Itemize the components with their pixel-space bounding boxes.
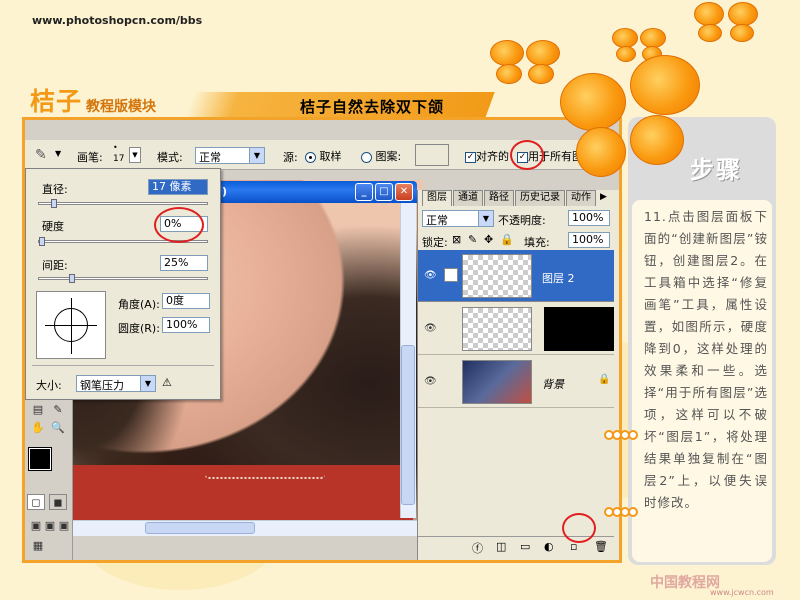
new-set-icon[interactable]: ▭	[520, 540, 530, 553]
lock-position-icon[interactable]: ✥	[484, 233, 493, 246]
brush-size[interactable]: 17	[113, 154, 124, 164]
trash-icon[interactable]: 🗑	[594, 540, 608, 553]
roundness-label: 圆度(R):	[118, 322, 160, 335]
fill-field[interactable]: 100%	[568, 232, 610, 248]
size-label: 大小:	[36, 379, 62, 392]
document-titlebar[interactable]: )) _ □ ✕	[217, 181, 417, 203]
visibility-eye-icon[interactable]: 👁	[424, 323, 437, 334]
screen-mode-icon[interactable]: ▣	[55, 518, 73, 534]
minimize-icon[interactable]: _	[355, 183, 373, 201]
pattern-swatch[interactable]	[415, 144, 449, 166]
opacity-field[interactable]: 100%	[568, 210, 610, 226]
maximize-icon[interactable]: □	[375, 183, 393, 201]
brand-subtitle: 教程版模块	[86, 99, 156, 115]
layer-name: 背景	[542, 378, 564, 391]
angle-label: 角度(A):	[118, 298, 160, 311]
butterfly-decoration	[694, 2, 758, 50]
roundness-field[interactable]: 100%	[162, 317, 210, 333]
mode-label: 模式:	[157, 151, 183, 164]
chain-decoration	[604, 507, 638, 517]
photoshop-screenshot: ✎ ▼ 画笔: • 17 ▼ 模式: 正常 ▼ 源: 取样 图案: ✓ 对齐的 ✓ 用…	[25, 120, 619, 560]
warning-icon: ⚠	[162, 376, 172, 389]
panel-menu-icon[interactable]: ▶	[600, 192, 607, 202]
chain-decoration	[604, 430, 638, 440]
vertical-scroll-thumb[interactable]	[401, 345, 415, 505]
layer-thumbnail	[462, 254, 532, 298]
angle-field[interactable]: 0度	[162, 293, 210, 309]
brand-logo: 桔子	[30, 87, 83, 116]
blend-mode-select[interactable]: 正常 ▼	[422, 210, 494, 227]
spacing-slider[interactable]	[38, 274, 208, 283]
layer-lock-icon: 🔒	[598, 374, 611, 385]
tab-channels[interactable]: 通道	[453, 190, 483, 206]
footer-url: www.jcwcn.com	[710, 588, 774, 597]
hand-tool-icon[interactable]: ✋	[29, 420, 47, 436]
steps-text: 11.点击图层面板下面的“创建新图层”铵钮，创建图层2。在工具箱中选择“修复画笔…	[644, 209, 768, 510]
diameter-label: 直径:	[42, 183, 68, 196]
lock-label: 锁定:	[422, 236, 448, 249]
lock-image-icon[interactable]: ✎	[468, 233, 477, 246]
size-select[interactable]: 钢笔压力 ▼	[76, 375, 156, 392]
layers-panel: 图层 通道 路径 历史记录 动作 ▶ 正常 ▼ 不透明度: 100% 锁定: ⊠ …	[417, 190, 619, 560]
standard-mode-icon[interactable]: ◻	[27, 494, 45, 510]
layer-style-icon[interactable]: ⓕ	[472, 540, 483, 556]
spacing-label: 间距:	[42, 259, 68, 272]
jump-to-imageready-icon[interactable]: ▦	[29, 538, 47, 554]
highlight-ring-new-layer	[562, 513, 596, 543]
foreground-color-swatch[interactable]	[28, 447, 52, 471]
fill-label: 填充:	[524, 236, 550, 249]
diameter-field[interactable]: 17 像素	[148, 179, 208, 195]
layer-row[interactable]: 👁 背景 🔒	[418, 356, 614, 408]
tab-actions[interactable]: 动作	[566, 190, 596, 206]
highlight-ring-use-all-layers	[510, 140, 544, 170]
pattern-radio[interactable]: 图案:	[361, 148, 401, 164]
lock-all-icon[interactable]: 🔒	[500, 233, 514, 246]
close-icon[interactable]: ✕	[395, 183, 413, 201]
brush-picker-button[interactable]: ▼	[129, 147, 141, 163]
opacity-label: 不透明度:	[498, 214, 546, 227]
spacing-field[interactable]: 25%	[160, 255, 208, 271]
popup-divider	[32, 365, 214, 366]
layer-row[interactable]: 👁	[418, 303, 614, 355]
highlight-ring-hardness	[154, 207, 204, 243]
healing-brush-icon[interactable]: ✎	[35, 147, 47, 163]
lock-transparency-icon[interactable]: ⊠	[452, 233, 461, 246]
tutorial-title: 桔子自然去除双下颌	[300, 98, 445, 116]
source-label: 源:	[283, 151, 298, 164]
visibility-eye-icon[interactable]: 👁	[424, 270, 437, 281]
tab-history[interactable]: 历史记录	[515, 190, 565, 206]
site-url: www.photoshopcn.com/bbs	[32, 14, 203, 27]
layer-name: 图层 2	[542, 272, 575, 285]
diameter-slider[interactable]	[38, 199, 208, 208]
horizontal-scroll-thumb[interactable]	[145, 522, 255, 534]
butterfly-decoration	[560, 55, 700, 185]
tab-paths[interactable]: 路径	[484, 190, 514, 206]
adjustment-layer-icon[interactable]: ◐	[544, 540, 554, 553]
necklace	[205, 475, 325, 479]
layer-thumbnail	[462, 360, 532, 404]
layer-thumbnail	[462, 307, 532, 351]
brush-link-icon	[444, 268, 458, 282]
layer-mask-thumbnail	[544, 307, 614, 351]
brush-preview-icon[interactable]: •	[113, 143, 118, 152]
visibility-eye-icon[interactable]: 👁	[424, 376, 437, 387]
tool-preset-arrow[interactable]: ▼	[55, 149, 61, 158]
notes-tool-icon[interactable]: ▤	[29, 402, 47, 418]
brush-shape-preview[interactable]	[36, 291, 106, 359]
eyedropper-tool-icon[interactable]: ✎	[49, 402, 67, 418]
tools-palette: ▤ ✎ ✋ 🔍 ◻ ◼ ▣ ▣ ▣ ▦	[25, 400, 73, 560]
zoom-tool-icon[interactable]: 🔍	[49, 420, 67, 436]
butterfly-decoration	[490, 40, 560, 90]
sampled-radio[interactable]: 取样	[305, 148, 342, 164]
tab-layers[interactable]: 图层	[422, 190, 452, 206]
brush-label: 画笔:	[77, 151, 103, 164]
quick-mask-icon[interactable]: ◼	[49, 494, 67, 510]
brush-settings-popup: 直径: 17 像素 硬度 0% 间距: 25% 角度(A): 0度 圆度(R):…	[25, 168, 221, 400]
aligned-checkbox[interactable]: ✓ 对齐的	[465, 148, 509, 164]
red-shirt	[73, 465, 413, 520]
hardness-label: 硬度	[42, 220, 64, 233]
layer-row[interactable]: 👁 图层 2	[418, 250, 614, 302]
mode-select[interactable]: 正常 ▼	[195, 147, 265, 164]
add-mask-icon[interactable]: ◫	[496, 540, 506, 553]
